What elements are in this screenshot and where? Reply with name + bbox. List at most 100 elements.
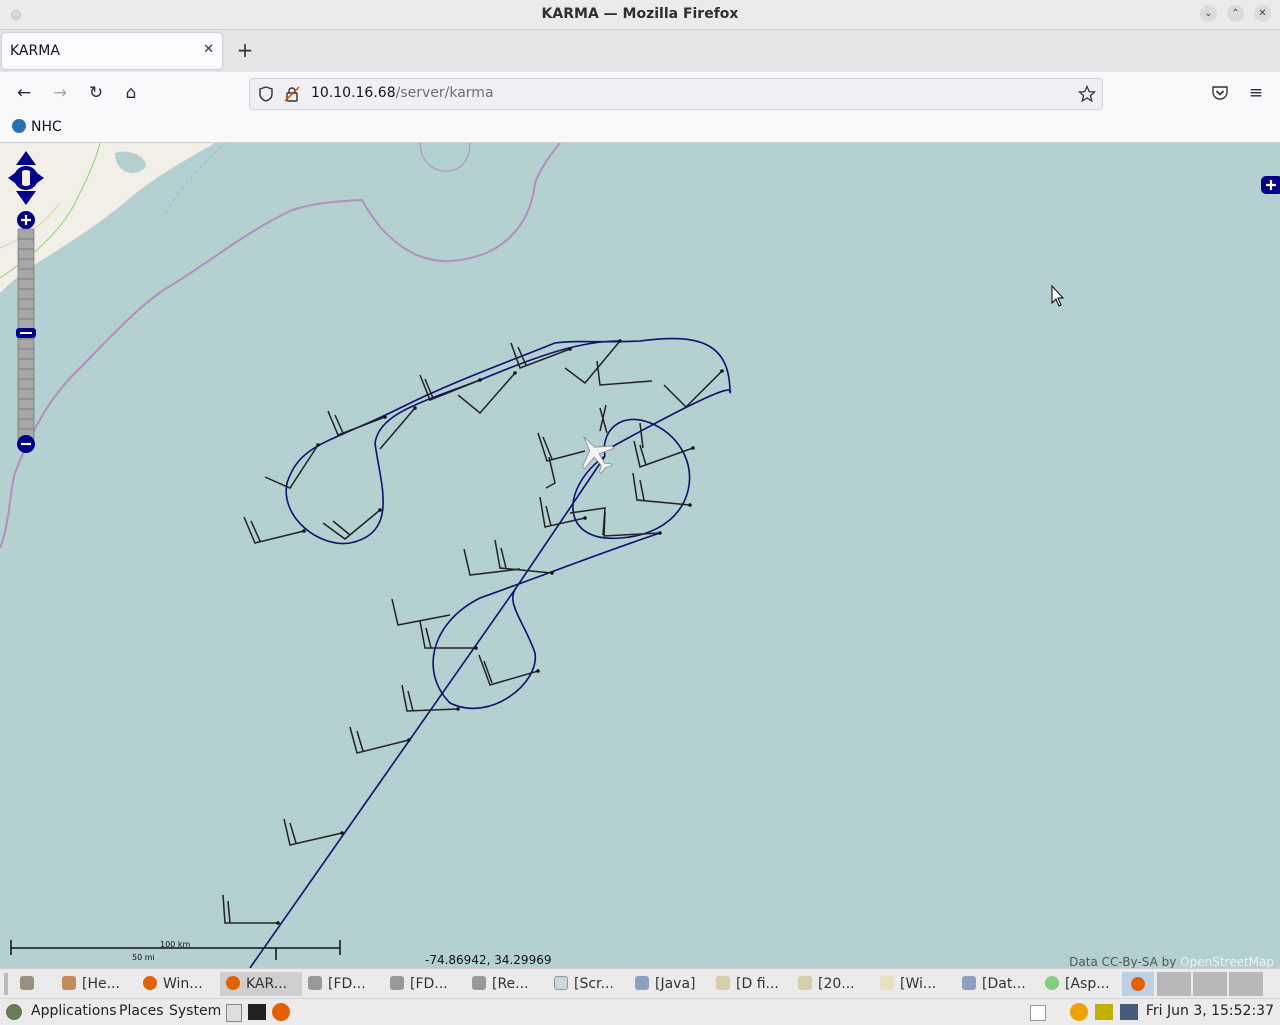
- map-view[interactable]: 100 km 50 mi -74.86942, 34.29969 Data CC…: [0, 143, 1280, 968]
- firefox-icon: [143, 976, 157, 990]
- bookmark-star-icon[interactable]: [1078, 85, 1096, 103]
- openstreetmap-link[interactable]: OpenStreetMap: [1180, 955, 1274, 968]
- window-titlebar: KARMA — Mozilla Firefox ⌄ ⌃ ✕: [0, 0, 1280, 30]
- taskbar-label: [20...: [818, 976, 855, 992]
- taskbar-item-2[interactable]: KAR...: [220, 972, 302, 996]
- folder-icon: [716, 976, 730, 990]
- taskbar-label: [Java]: [655, 976, 696, 992]
- zoom-in-button[interactable]: [17, 211, 35, 229]
- mouse-pointer-icon: [1051, 284, 1065, 307]
- system-panel: Applications Places System Fri Jun 3, 15…: [0, 998, 1280, 1025]
- notification-icon[interactable]: [1030, 1005, 1046, 1021]
- pocket-icon[interactable]: [1211, 84, 1229, 102]
- chat-icon: [1045, 976, 1059, 990]
- mouse-coordinates: -74.86942, 34.29969: [425, 953, 552, 967]
- noaa-icon: [12, 119, 26, 133]
- scale-km-label: 100 km: [160, 940, 191, 949]
- tab-title: KARMA: [10, 43, 60, 59]
- taskbar-label: [Dat...: [982, 976, 1026, 992]
- taskbar-item-4[interactable]: [FD...: [390, 972, 448, 996]
- map-attribution: Data CC-By-SA by OpenStreetMap: [1069, 955, 1274, 968]
- layer-switcher-button[interactable]: [1261, 176, 1280, 194]
- url-path: /server/karma: [395, 85, 494, 101]
- map-canvas[interactable]: [0, 143, 1280, 968]
- taskbar-label: [Wi...: [900, 976, 937, 992]
- applications-menu[interactable]: Applications: [31, 1003, 117, 1019]
- forward-button[interactable]: →: [49, 82, 71, 104]
- gear-icon: [390, 976, 404, 990]
- navigation-toolbar: ← → ↻ ⌂ 10.10.16.68/server/karma ≡: [0, 72, 1280, 114]
- window-list-taskbar: [He... Win... KAR... [FD... [FD... [Re..…: [0, 968, 1280, 999]
- tab-karma[interactable]: KARMA ✕: [2, 33, 222, 69]
- java-icon: [635, 976, 649, 990]
- taskbar-item-7[interactable]: [Java]: [635, 972, 696, 996]
- power-icon[interactable]: [1095, 1004, 1113, 1020]
- taskbar-item-8[interactable]: [D fi...: [716, 972, 779, 996]
- network-icon[interactable]: [1120, 1004, 1138, 1020]
- editor-icon: [880, 976, 894, 990]
- taskbar-item-9[interactable]: [20...: [798, 972, 855, 996]
- close-tab-icon[interactable]: ✕: [203, 42, 214, 57]
- firefox-icon: [1131, 977, 1145, 991]
- maximize-button[interactable]: ⌃: [1227, 5, 1244, 22]
- taskbar-label: [D fi...: [736, 976, 779, 992]
- workspace-4[interactable]: [1229, 972, 1263, 996]
- taskbar-label: [Asp...: [1065, 976, 1110, 992]
- taskbar-label: [FD...: [328, 976, 366, 992]
- clock[interactable]: Fri Jun 3, 15:52:37: [1146, 1003, 1274, 1019]
- file-manager-launcher-icon[interactable]: [226, 1004, 242, 1022]
- flight-track: [249, 337, 732, 968]
- taskbar-label: [FD...: [410, 976, 448, 992]
- taskbar-item-10[interactable]: [Wi...: [880, 972, 936, 996]
- taskbar-item-6[interactable]: [Scr...: [554, 972, 614, 996]
- workspace-1[interactable]: [1122, 972, 1154, 996]
- taskbar-item-12[interactable]: [Asp...: [1045, 972, 1110, 996]
- taskbar-label: [Re...: [492, 976, 529, 992]
- gear-icon: [472, 976, 486, 990]
- taskbar-handle[interactable]: [4, 972, 18, 996]
- reload-button[interactable]: ↻: [85, 82, 107, 104]
- zoom-slider-handle-grip: [20, 332, 32, 334]
- window-title: KARMA — Mozilla Firefox: [541, 6, 739, 22]
- home-button[interactable]: ⌂: [120, 82, 142, 104]
- hamburger-menu-button[interactable]: ≡: [1245, 82, 1267, 104]
- distro-logo-icon[interactable]: [6, 1004, 22, 1020]
- taskbar-label: KAR...: [246, 976, 288, 992]
- firefox-launcher-icon[interactable]: [272, 1003, 290, 1021]
- taskbar-item-1[interactable]: Win...: [143, 972, 203, 996]
- taskbar-item-5[interactable]: [Re...: [472, 972, 529, 996]
- url-host: 10.10.16.68: [311, 85, 396, 101]
- scale-mi-label: 50 mi: [132, 953, 155, 962]
- back-button[interactable]: ←: [13, 82, 35, 104]
- track-points: [276, 339, 724, 925]
- firefox-icon: [226, 976, 240, 990]
- workspace-3[interactable]: [1193, 972, 1227, 996]
- workspace-2[interactable]: [1157, 972, 1191, 996]
- show-desktop-button[interactable]: [20, 972, 44, 996]
- places-menu[interactable]: Places: [119, 1003, 164, 1019]
- url-text: 10.10.16.68/server/karma: [311, 85, 494, 101]
- attribution-text: Data CC-By-SA by: [1069, 955, 1181, 968]
- window-icon: [554, 976, 568, 990]
- terminal-launcher-icon[interactable]: [248, 1004, 266, 1020]
- bookmarks-toolbar: NHC: [0, 114, 1280, 143]
- taskbar-label: [Scr...: [574, 976, 614, 992]
- taskbar-item-0[interactable]: [He...: [62, 972, 120, 996]
- bookmark-nhc[interactable]: NHC: [12, 119, 62, 135]
- url-bar[interactable]: 10.10.16.68/server/karma: [249, 78, 1103, 110]
- desktop-icon: [20, 976, 34, 990]
- update-icon[interactable]: [1070, 1003, 1088, 1021]
- java-icon: [962, 976, 976, 990]
- taskbar-item-11[interactable]: [Dat...: [962, 972, 1026, 996]
- system-menu[interactable]: System: [169, 1003, 221, 1019]
- insecure-lock-icon[interactable]: [284, 86, 300, 102]
- shoal-boundary: [419, 143, 471, 172]
- shield-icon[interactable]: [258, 86, 274, 102]
- zoom-out-button[interactable]: [17, 435, 35, 453]
- folder-icon: [798, 976, 812, 990]
- cookie-icon: [62, 976, 76, 990]
- close-window-button[interactable]: ✕: [1254, 5, 1271, 22]
- minimize-button[interactable]: ⌄: [1200, 5, 1217, 22]
- new-tab-button[interactable]: +: [234, 38, 256, 62]
- taskbar-item-3[interactable]: [FD...: [308, 972, 366, 996]
